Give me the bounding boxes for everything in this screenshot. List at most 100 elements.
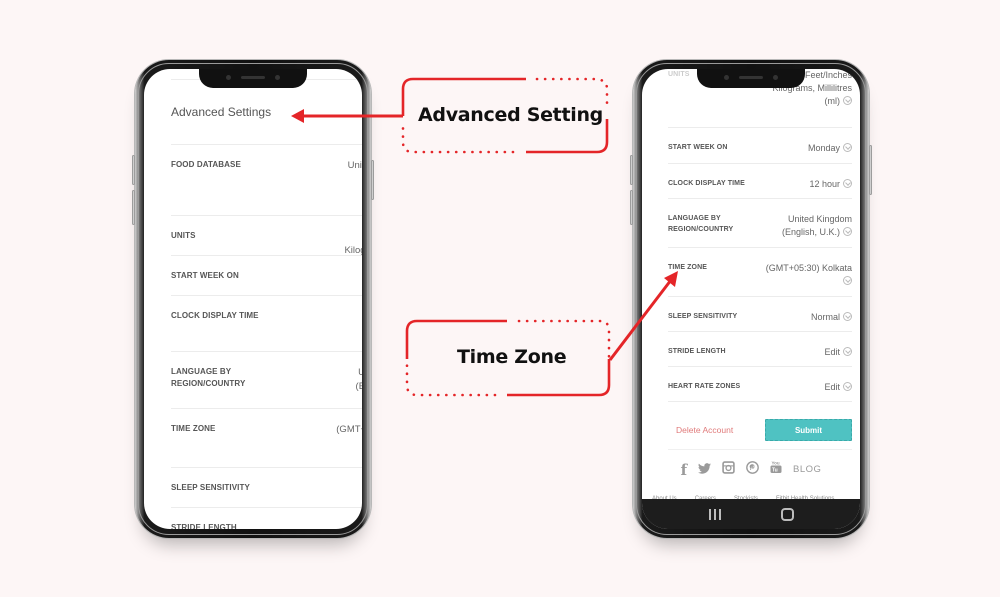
home-icon[interactable] bbox=[780, 507, 794, 521]
settings-row[interactable]: LANGUAGE BY REGION/COUNTRY United Kingdom… bbox=[668, 199, 852, 248]
settings-row[interactable]: START WEEK ON Monday bbox=[668, 128, 852, 164]
chevron-down-icon[interactable] bbox=[843, 227, 852, 236]
right-phone-mockup: UNITS Feet/Inches Kilograms, Millilitres (m… bbox=[630, 60, 872, 538]
setting-label: START WEEK ON bbox=[668, 144, 728, 151]
divider bbox=[668, 449, 852, 450]
setting-value[interactable]: Edit bbox=[824, 346, 852, 366]
setting-value[interactable]: Monday bbox=[808, 142, 852, 163]
setting-label: UNITS bbox=[668, 71, 690, 78]
recents-icon[interactable] bbox=[708, 508, 721, 520]
setting-value-line: United Kin bbox=[356, 366, 362, 380]
setting-value-line: Edit bbox=[824, 346, 852, 359]
settings-row[interactable]: STRIDE LENGTH Edit bbox=[668, 332, 852, 367]
setting-value-text: (English, U bbox=[355, 381, 362, 392]
chevron-down-icon[interactable] bbox=[843, 312, 852, 321]
callout-advanced-setting: Advanced Setting bbox=[401, 77, 609, 154]
setting-value-text: (GMT+05:30) Kolkata bbox=[765, 263, 852, 273]
setting-value-text: (English, U.K.) bbox=[781, 227, 840, 237]
setting-value-line: Normal bbox=[811, 311, 852, 324]
notch bbox=[199, 69, 307, 88]
setting-label: CLOCK DISPLAY TIME bbox=[171, 311, 259, 320]
setting-value-text: United Kingdom bbox=[787, 214, 852, 224]
setting-label: HEART RATE ZONES bbox=[668, 383, 741, 390]
settings-list: UNITS Feet/Inches Kilograms, Millilitres (m… bbox=[668, 69, 852, 402]
settings-row[interactable]: STRIDE LENGTHE bbox=[171, 508, 362, 529]
setting-value-text: Edit bbox=[824, 347, 840, 357]
submit-button[interactable]: Submit bbox=[765, 419, 852, 441]
pinterest-icon[interactable] bbox=[746, 460, 759, 479]
setting-value-text: 12 hour bbox=[809, 179, 840, 189]
youtube-icon[interactable]: You Tu bbox=[770, 460, 782, 479]
setting-label: LANGUAGE BY REGION/COUNTRY bbox=[171, 367, 246, 388]
setting-value-line: 12 hour bbox=[809, 178, 852, 191]
settings-row[interactable]: FOOD DATABASE United Kingd bbox=[171, 145, 362, 216]
callout-advanced-setting-label: Advanced Setting bbox=[418, 104, 603, 126]
instagram-icon[interactable] bbox=[722, 460, 735, 479]
volume-down-button bbox=[630, 190, 633, 225]
blog-link[interactable]: BLOG bbox=[793, 464, 821, 475]
setting-label: STRIDE LENGTH bbox=[668, 348, 726, 355]
settings-row[interactable]: HEART RATE ZONES Edit bbox=[668, 367, 852, 402]
setting-value[interactable]: (GMT+05:30) Kolkata bbox=[766, 262, 852, 296]
setting-value-line: (English, U bbox=[356, 380, 362, 394]
setting-value-line: Monday bbox=[808, 142, 852, 155]
settings-row[interactable]: CLOCK DISPLAY TIME 12 hour bbox=[668, 164, 852, 199]
right-phone-screen: UNITS Feet/Inches Kilograms, Millilitres (m… bbox=[642, 69, 860, 529]
setting-value-text: United Kingd bbox=[347, 160, 362, 171]
setting-label: TIME ZONE bbox=[171, 424, 216, 433]
setting-value-line: (GMT+05:30) Kolkata bbox=[766, 262, 852, 275]
chevron-down-icon[interactable] bbox=[843, 96, 852, 105]
delete-account-link[interactable]: Delete Account bbox=[676, 425, 733, 435]
setting-value[interactable]: Normal bbox=[811, 311, 852, 331]
settings-row[interactable]: UNITS Feet/InKilograms, Mi( bbox=[171, 216, 362, 256]
setting-label: CLOCK DISPLAY TIME bbox=[668, 180, 745, 187]
setting-value-text: Feet/Inches bbox=[804, 70, 852, 80]
volume-down-button bbox=[132, 190, 135, 225]
setting-value-line: (English, U.K.) bbox=[782, 226, 852, 239]
setting-label: FOOD DATABASE bbox=[171, 160, 241, 169]
setting-value[interactable]: United Kin (English, U bbox=[356, 366, 362, 408]
setting-value[interactable]: 12 hour bbox=[809, 178, 852, 198]
settings-row[interactable]: TIME ZONE (GMT+05:30) Kolkata bbox=[668, 248, 852, 297]
setting-value[interactable]: (GMT+05:30) K bbox=[336, 423, 362, 467]
setting-value-line: United Kingdom bbox=[782, 213, 852, 226]
setting-value-line: Feet/In bbox=[344, 230, 362, 244]
chevron-down-icon[interactable] bbox=[843, 179, 852, 188]
settings-row[interactable]: TIME ZONE (GMT+05:30) K bbox=[171, 409, 362, 468]
setting-label: SLEEP SENSITIVITY bbox=[171, 483, 250, 492]
setting-label: LANGUAGE BY REGION/COUNTRY bbox=[668, 215, 734, 233]
settings-row[interactable]: START WEEK ONMond bbox=[171, 256, 362, 296]
power-button bbox=[869, 145, 872, 195]
setting-value-text: United Kin bbox=[358, 367, 362, 378]
settings-row[interactable]: SLEEP SENSITIVITYNor bbox=[171, 468, 362, 508]
svg-text:You: You bbox=[772, 461, 780, 466]
setting-value[interactable]: Feet/InKilograms, Mi( bbox=[344, 230, 362, 256]
setting-label: UNITS bbox=[171, 231, 196, 240]
setting-value-line: (ml) bbox=[772, 95, 852, 108]
settings-row[interactable]: SLEEP SENSITIVITY Normal bbox=[668, 297, 852, 332]
volume-up-button bbox=[132, 155, 135, 185]
power-button bbox=[371, 160, 374, 200]
setting-value[interactable]: United Kingd bbox=[348, 159, 362, 215]
setting-value-text: (GMT+05:30) K bbox=[336, 424, 362, 435]
setting-value-text: Edit bbox=[824, 382, 840, 392]
setting-value[interactable]: Edit bbox=[824, 381, 852, 401]
android-nav-bar bbox=[642, 499, 860, 529]
settings-row[interactable]: LANGUAGE BY REGION/COUNTRY United Kin (Eng… bbox=[171, 352, 362, 409]
chevron-down-icon[interactable] bbox=[843, 276, 852, 285]
facebook-icon[interactable]: f bbox=[681, 462, 687, 477]
chevron-down-icon[interactable] bbox=[843, 382, 852, 391]
settings-row[interactable]: CLOCK DISPLAY TIME12 h bbox=[171, 296, 362, 352]
form-actions: Delete Account Submit bbox=[668, 419, 852, 441]
setting-value-line: Edit bbox=[824, 381, 852, 394]
setting-value[interactable]: United Kingdom (English, U.K.) bbox=[782, 213, 852, 247]
chevron-down-icon[interactable] bbox=[843, 347, 852, 356]
social-links: f You Tu BLOG bbox=[642, 460, 860, 479]
setting-value-line bbox=[766, 275, 852, 288]
chevron-down-icon[interactable] bbox=[843, 143, 852, 152]
twitter-icon[interactable] bbox=[698, 461, 712, 479]
advanced-settings-title: Advanced Settings bbox=[171, 105, 272, 119]
setting-value-text: Normal bbox=[810, 312, 840, 322]
setting-value-line: (GMT+05:30) K bbox=[336, 423, 362, 437]
volume-up-button bbox=[630, 155, 633, 185]
